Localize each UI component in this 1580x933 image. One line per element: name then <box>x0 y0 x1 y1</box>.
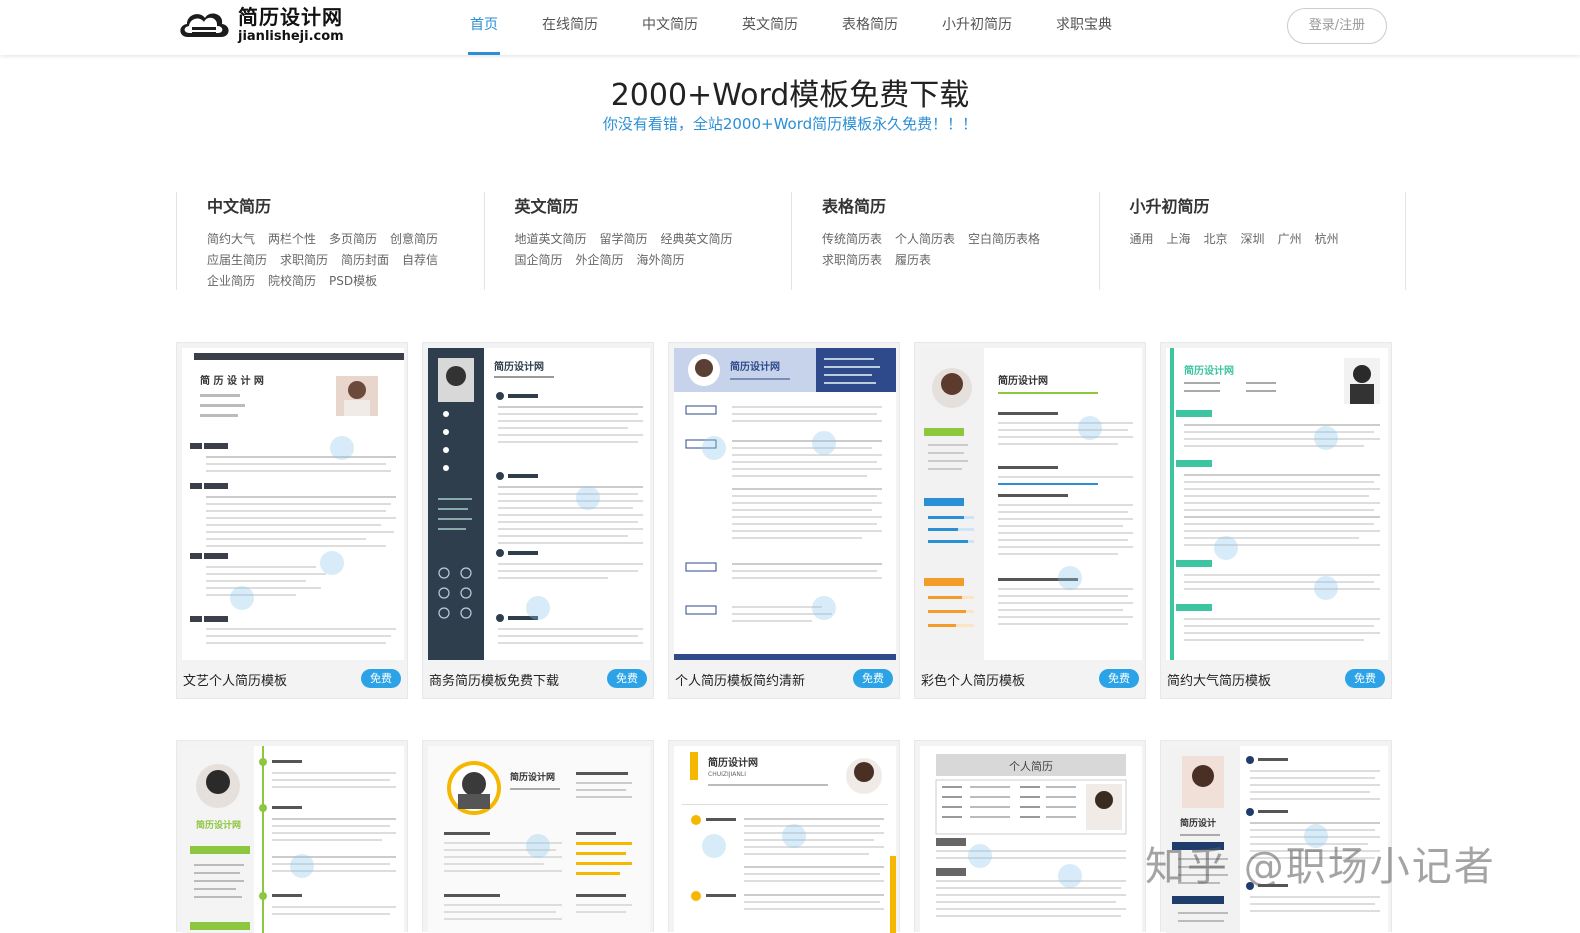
category-title[interactable]: 中文简历 <box>207 193 484 217</box>
resume-header-name: 简历设计网 <box>494 360 544 373</box>
category-link[interactable]: 外企简历 <box>576 250 624 271</box>
nav-primary-resume[interactable]: 小升初简历 <box>920 0 1034 55</box>
page-subtitle: 你没有看错，全站2000+Word简历模板永久免费！！！ <box>602 115 978 133</box>
resume-header-name: 简历设计网 <box>510 771 555 783</box>
page-title: 2000+Word模板免费下载 <box>610 78 970 113</box>
template-card[interactable]: 简历设计网 商务简历模板免费下载 免费 <box>422 342 654 699</box>
category-link[interactable]: 海外简历 <box>637 250 685 271</box>
free-badge: 免费 <box>607 669 647 688</box>
category-link[interactable]: 履历表 <box>895 250 931 271</box>
category-link[interactable]: 杭州 <box>1315 229 1339 250</box>
category-link[interactable]: 地道英文简历 <box>515 229 587 250</box>
category-link[interactable]: 简历封面 <box>341 250 389 271</box>
template-card[interactable]: 简历设计网 个人简历模板简约清新 免费 <box>668 342 900 699</box>
template-card[interactable]: 简历设计网 CHUIZIJIANLI <box>668 740 900 933</box>
category-link[interactable]: 自荐信 <box>402 250 438 271</box>
category-link[interactable]: 多页简历 <box>329 229 377 250</box>
resume-header-name: 简历设计网 <box>708 756 758 769</box>
template-title[interactable]: 简约大气简历模板 <box>1167 670 1271 689</box>
category-link[interactable]: 传统简历表 <box>822 229 882 250</box>
category-primary-school: 小升初简历 通用 上海 北京 深圳 广州 杭州 <box>1098 192 1406 290</box>
resume-header-name: 简历设计网 <box>730 360 780 373</box>
template-card[interactable]: 简历设计网 简约大气简历模板 免费 <box>1160 342 1392 699</box>
site-logo[interactable]: 简历设计网 jianlisheji.com <box>176 3 344 47</box>
template-thumbnail[interactable]: 简历设计网 <box>920 348 1142 660</box>
nav-table-resume[interactable]: 表格简历 <box>820 0 920 55</box>
category-link[interactable]: 上海 <box>1167 229 1191 250</box>
category-link[interactable]: 求职简历表 <box>822 250 882 271</box>
main-nav: 首页 在线简历 中文简历 英文简历 表格简历 小升初简历 求职宝典 <box>448 0 1134 55</box>
zhihu-watermark: 知乎 @职场小记者 <box>1145 844 1496 890</box>
category-panel: 中文简历 简约大气 两栏个性 多页简历 创意简历 应届生简历 求职简历 简历封面… <box>176 192 1406 290</box>
category-link[interactable]: 企业简历 <box>207 271 255 292</box>
template-card[interactable]: 简历设计网 <box>422 740 654 933</box>
resume-header-sub: CHUIZIJIANLI <box>708 771 746 778</box>
category-link[interactable]: 深圳 <box>1241 229 1265 250</box>
category-english: 英文简历 地道英文简历 留学简历 经典英文简历 国企简历 外企简历 海外简历 <box>483 192 792 290</box>
category-link[interactable]: 留学简历 <box>600 229 648 250</box>
template-thumbnail[interactable]: 简历设计网 <box>674 348 896 660</box>
category-link[interactable]: 北京 <box>1204 229 1228 250</box>
template-title[interactable]: 商务简历模板免费下载 <box>429 670 559 689</box>
template-thumbnail[interactable]: 简历设计网 <box>428 348 650 660</box>
template-title[interactable]: 个人简历模板简约清新 <box>675 670 805 689</box>
nav-job-guide[interactable]: 求职宝典 <box>1034 0 1134 55</box>
resume-header-name: 简历设计 <box>1180 817 1216 829</box>
category-chinese: 中文简历 简约大气 两栏个性 多页简历 创意简历 应届生简历 求职简历 简历封面… <box>176 192 484 290</box>
category-link[interactable]: 求职简历 <box>280 250 328 271</box>
resume-header-name: 简历设计网 <box>1184 364 1234 377</box>
template-thumbnail[interactable]: 个人简历 <box>920 746 1142 933</box>
resume-header-name: 简历设计网 <box>196 819 241 831</box>
template-card[interactable]: 简历设计网 彩色个人简历模板 免费 <box>914 342 1146 699</box>
category-link[interactable]: 个人简历表 <box>895 229 955 250</box>
top-navbar: 简历设计网 jianlisheji.com 首页 在线简历 中文简历 英文简历 … <box>0 0 1580 55</box>
category-title[interactable]: 小升初简历 <box>1130 193 1406 217</box>
nav-chinese-resume[interactable]: 中文简历 <box>620 0 720 55</box>
logo-domain: jianlisheji.com <box>238 29 344 44</box>
free-badge: 免费 <box>361 669 401 688</box>
category-link[interactable]: 简约大气 <box>207 229 255 250</box>
resume-header-name: 简 历 设 计 网 <box>200 374 264 387</box>
cloud-logo-icon <box>176 5 232 45</box>
nav-english-resume[interactable]: 英文简历 <box>720 0 820 55</box>
category-link[interactable]: PSD模板 <box>329 271 377 292</box>
category-link[interactable]: 国企简历 <box>515 250 563 271</box>
category-title[interactable]: 表格简历 <box>822 193 1099 217</box>
login-register-button[interactable]: 登录/注册 <box>1287 8 1387 44</box>
template-thumbnail[interactable]: 简历设计网 <box>182 746 404 933</box>
category-link[interactable]: 广州 <box>1278 229 1302 250</box>
template-card[interactable]: 简 历 设 计 网 文艺个人简历模板 免费 <box>176 342 408 699</box>
category-link[interactable]: 院校简历 <box>268 271 316 292</box>
template-title[interactable]: 彩色个人简历模板 <box>921 670 1025 689</box>
category-table: 表格简历 传统简历表 个人简历表 空白简历表格 求职简历表 履历表 <box>791 192 1099 290</box>
category-link[interactable]: 两栏个性 <box>268 229 316 250</box>
free-badge: 免费 <box>853 669 893 688</box>
template-thumbnail[interactable]: 简 历 设 计 网 <box>182 348 404 660</box>
template-thumbnail[interactable]: 简历设计网 <box>1166 348 1388 660</box>
free-badge: 免费 <box>1099 669 1139 688</box>
category-link[interactable]: 空白简历表格 <box>968 229 1040 250</box>
template-title[interactable]: 文艺个人简历模板 <box>183 670 287 689</box>
nav-home[interactable]: 首页 <box>448 0 520 55</box>
logo-name: 简历设计网 <box>238 5 343 29</box>
template-card[interactable]: 个人简历 <box>914 740 1146 933</box>
template-thumbnail[interactable]: 简历设计网 CHUIZIJIANLI <box>674 746 896 933</box>
category-link[interactable]: 经典英文简历 <box>661 229 733 250</box>
resume-header-name: 简历设计网 <box>998 374 1048 387</box>
nav-online-resume[interactable]: 在线简历 <box>520 0 620 55</box>
free-badge: 免费 <box>1345 669 1385 688</box>
template-thumbnail[interactable]: 简历设计网 <box>428 746 650 933</box>
template-card[interactable]: 简历设计网 <box>176 740 408 933</box>
category-title[interactable]: 英文简历 <box>515 193 792 217</box>
resume-header-name: 个人简历 <box>1009 759 1053 773</box>
category-link[interactable]: 通用 <box>1130 229 1154 250</box>
category-link[interactable]: 创意简历 <box>390 229 438 250</box>
category-link[interactable]: 应届生简历 <box>207 250 267 271</box>
